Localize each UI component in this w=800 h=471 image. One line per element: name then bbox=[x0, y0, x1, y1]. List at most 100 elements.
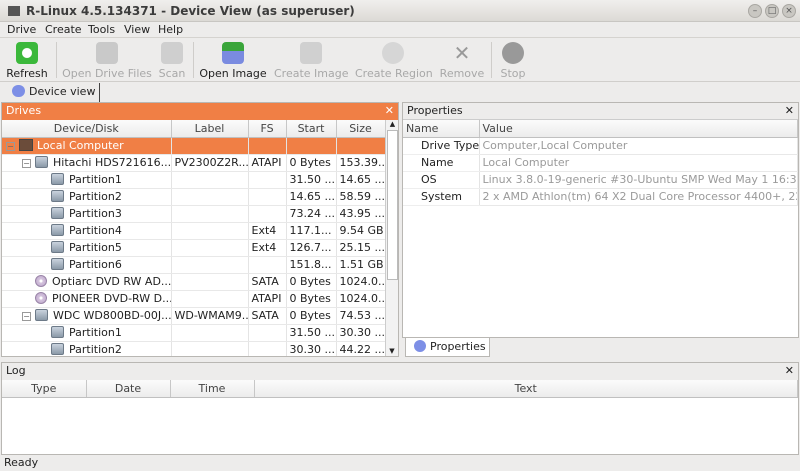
scan-button[interactable]: Scan bbox=[156, 40, 188, 80]
create-image-button[interactable]: Create Image bbox=[274, 40, 349, 80]
scroll-down-icon[interactable]: ▼ bbox=[386, 347, 398, 355]
drive-name: Partition5 bbox=[69, 241, 122, 254]
scroll-thumb[interactable] bbox=[387, 130, 398, 280]
drive-fs: ATAPI bbox=[248, 154, 287, 172]
stop-button[interactable]: Stop bbox=[497, 40, 529, 80]
drive-label bbox=[171, 256, 249, 274]
col-start[interactable]: Start bbox=[286, 120, 337, 138]
create-region-button[interactable]: Create Region bbox=[355, 40, 433, 80]
maximize-button[interactable]: □ bbox=[765, 4, 779, 18]
col-fs[interactable]: FS bbox=[248, 120, 287, 138]
log-title: Log bbox=[6, 364, 26, 377]
refresh-button[interactable]: Refresh bbox=[6, 40, 48, 80]
open-drive-files-button[interactable]: Open Drive Files bbox=[62, 40, 152, 80]
drives-header: Drives ✕ bbox=[2, 103, 398, 120]
property-row[interactable]: System 2 x AMD Athlon(tm) 64 X2 Dual Core… bbox=[403, 188, 798, 206]
menu-tools[interactable]: Tools bbox=[88, 23, 115, 36]
computer-icon bbox=[19, 139, 33, 151]
close-log-icon[interactable]: ✕ bbox=[785, 363, 794, 379]
drive-label bbox=[171, 205, 249, 223]
minimize-button[interactable]: – bbox=[748, 4, 762, 18]
drive-row[interactable]: −PIONEER DVD-RW D...ATAPI0 Bytes1024.0..… bbox=[2, 290, 386, 308]
drive-name: Partition2 bbox=[69, 343, 122, 356]
cd-icon bbox=[35, 275, 47, 287]
refresh-icon bbox=[16, 42, 38, 64]
drive-row[interactable]: −Partition373.24 ...43.95 ... bbox=[2, 205, 386, 223]
close-properties-icon[interactable]: ✕ bbox=[785, 103, 794, 119]
drive-label: PV2300Z2R... bbox=[171, 154, 249, 172]
property-name: Name bbox=[403, 154, 480, 172]
col-size[interactable]: Size bbox=[336, 120, 386, 138]
properties-title: Properties bbox=[407, 104, 463, 117]
property-value: 2 x AMD Athlon(tm) 64 X2 Dual Core Proce… bbox=[479, 188, 798, 206]
drive-row[interactable]: − Local Computer bbox=[2, 137, 386, 155]
drive-fs: SATA bbox=[248, 307, 287, 325]
property-row[interactable]: OS Linux 3.8.0-19-generic #30-Ubuntu SMP … bbox=[403, 171, 798, 189]
col-time[interactable]: Time bbox=[170, 380, 255, 398]
hdd-icon bbox=[51, 207, 64, 219]
col-device[interactable]: Device/Disk bbox=[2, 120, 172, 138]
menu-bar: Drive Create Tools View Help bbox=[0, 22, 800, 38]
property-name: Drive Type bbox=[403, 137, 480, 155]
drive-row[interactable]: −Partition230.30 ...44.22 ... bbox=[2, 341, 386, 356]
hdd-icon bbox=[35, 156, 48, 168]
properties-table: Name Value Drive Type Computer,Local Comp… bbox=[403, 120, 798, 206]
drive-label bbox=[171, 137, 249, 155]
property-row[interactable]: Drive Type Computer,Local Computer bbox=[403, 137, 798, 155]
drive-start: 0 Bytes bbox=[286, 290, 337, 308]
expand-toggle[interactable]: − bbox=[22, 312, 31, 321]
drives-scrollbar[interactable]: ▲ ▼ bbox=[385, 120, 398, 356]
col-name[interactable]: Name bbox=[403, 120, 480, 138]
drive-name: Partition4 bbox=[69, 224, 122, 237]
menu-drive[interactable]: Drive bbox=[7, 23, 36, 36]
close-drives-icon[interactable]: ✕ bbox=[385, 103, 394, 119]
col-date[interactable]: Date bbox=[86, 380, 171, 398]
drive-start: 0 Bytes bbox=[286, 273, 337, 291]
col-text[interactable]: Text bbox=[254, 380, 798, 398]
tab-device-view[interactable]: Device view bbox=[4, 83, 100, 102]
status-bar: Ready bbox=[4, 456, 39, 469]
drive-size: 9.54 GB bbox=[336, 222, 386, 240]
drive-row[interactable]: − WDC WD800BD-00J... WD-WMAM9... SATA 0 Byte… bbox=[2, 307, 386, 325]
properties-panel: Properties ✕ Name Value Drive Type Comput… bbox=[402, 102, 799, 338]
menu-create[interactable]: Create bbox=[45, 23, 82, 36]
col-type[interactable]: Type bbox=[2, 380, 87, 398]
properties-header: Properties ✕ bbox=[403, 103, 798, 120]
menu-view[interactable]: View bbox=[124, 23, 150, 36]
close-button[interactable]: × bbox=[782, 4, 796, 18]
drive-row[interactable]: − Hitachi HDS721616... PV2300Z2R... ATAPI 0 … bbox=[2, 154, 386, 172]
create-region-icon bbox=[382, 42, 404, 64]
expand-toggle[interactable]: − bbox=[6, 142, 15, 151]
col-label[interactable]: Label bbox=[171, 120, 249, 138]
drive-size: 14.65 ... bbox=[336, 171, 386, 189]
drive-row[interactable]: −Partition6151.8...1.51 GB bbox=[2, 256, 386, 274]
col-value[interactable]: Value bbox=[479, 120, 798, 138]
drive-name: Partition3 bbox=[69, 207, 122, 220]
property-row[interactable]: Name Local Computer bbox=[403, 154, 798, 172]
drive-name: Local Computer bbox=[37, 139, 124, 152]
property-value: Local Computer bbox=[479, 154, 798, 172]
scan-icon bbox=[161, 42, 183, 64]
drive-row[interactable]: −Partition4Ext4117.1...9.54 GB bbox=[2, 222, 386, 240]
drive-row[interactable]: −Partition131.50 ...14.65 ... bbox=[2, 171, 386, 189]
scroll-up-icon[interactable]: ▲ bbox=[386, 120, 398, 128]
log-table: Type Date Time Text bbox=[2, 380, 798, 398]
drive-name: WDC WD800BD-00J... bbox=[53, 309, 171, 322]
menu-help[interactable]: Help bbox=[158, 23, 183, 36]
drive-label bbox=[171, 239, 249, 257]
drive-row[interactable]: −Partition131.50 ...30.30 ... bbox=[2, 324, 386, 342]
tab-properties[interactable]: Properties bbox=[405, 338, 490, 357]
expand-toggle[interactable]: − bbox=[22, 159, 31, 168]
drive-fs: Ext4 bbox=[248, 239, 287, 257]
remove-button[interactable]: ✕ Remove bbox=[438, 40, 486, 80]
drive-row[interactable]: −Optiarc DVD RW AD...SATA0 Bytes1024.0..… bbox=[2, 273, 386, 291]
drive-size: 30.30 ... bbox=[336, 324, 386, 342]
hdd-icon bbox=[51, 258, 64, 270]
hdd-icon bbox=[51, 326, 64, 338]
tab-bar: Device view bbox=[0, 82, 800, 102]
drive-row[interactable]: −Partition5Ext4126.7...25.15 ... bbox=[2, 239, 386, 257]
drive-row[interactable]: −Partition214.65 ...58.59 ... bbox=[2, 188, 386, 206]
drive-start: 31.50 ... bbox=[286, 324, 337, 342]
log-header: Log ✕ bbox=[2, 363, 798, 380]
open-image-button[interactable]: Open Image bbox=[199, 40, 267, 80]
